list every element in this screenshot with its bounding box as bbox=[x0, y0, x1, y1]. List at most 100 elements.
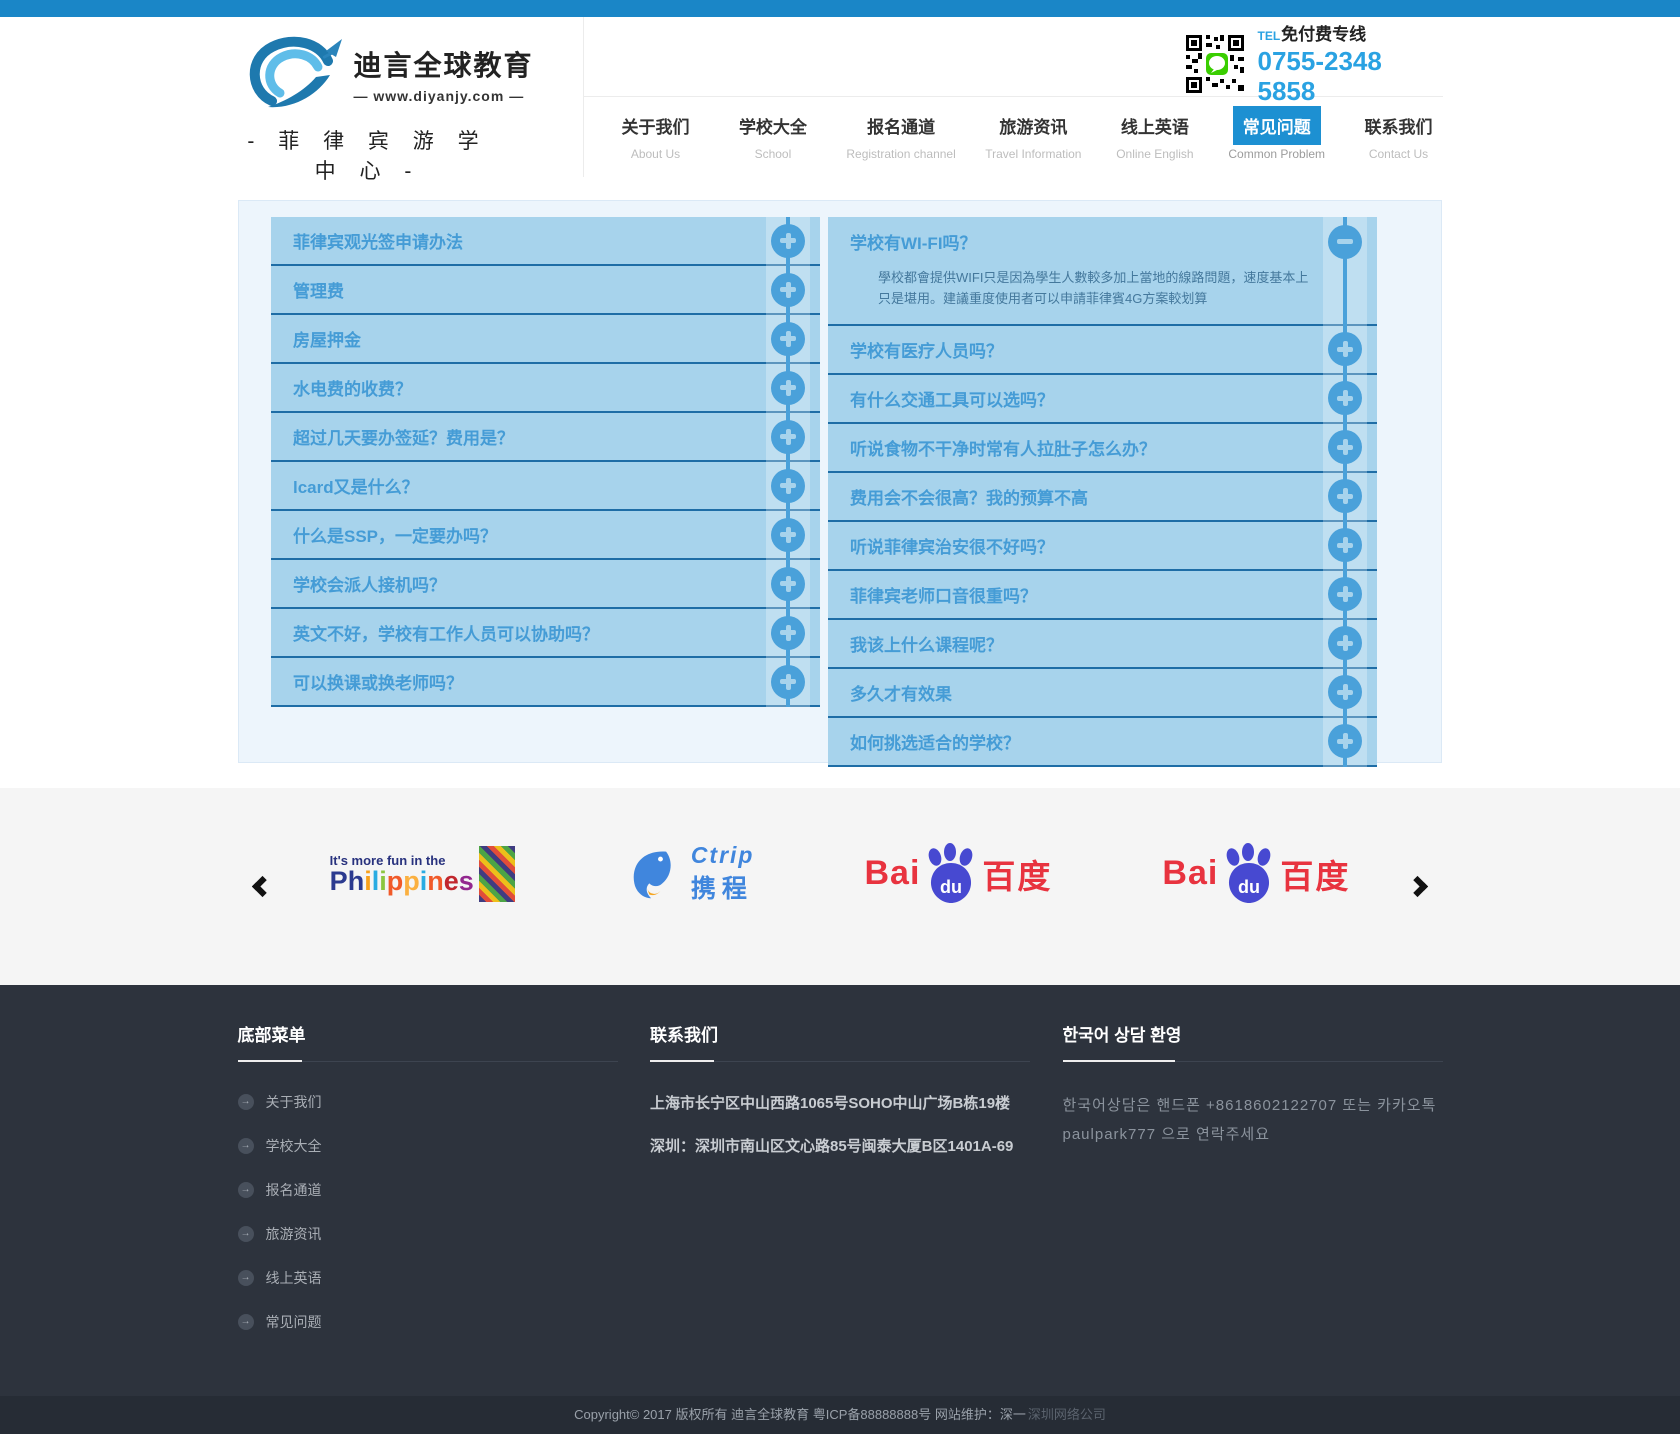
footer-link-travel[interactable]: 旅游资讯 bbox=[238, 1224, 618, 1244]
arrow-circle-icon bbox=[238, 1182, 254, 1198]
copyright-text: Copyright© 2017 版权所有 迪言全球教育 粤ICP备8888888… bbox=[574, 1407, 1026, 1422]
site-footer: 底部菜单 关于我们 学校大全 报名通道 bbox=[0, 985, 1680, 1396]
partner-logos: It's more fun in the Philippines Ctrip 携… bbox=[330, 842, 1351, 905]
faq-question-text: 什么是SSP，一定要办吗？ bbox=[293, 522, 497, 547]
expand-icon[interactable] bbox=[1328, 381, 1362, 415]
footer-link-common-problem[interactable]: 常见问题 bbox=[238, 1312, 618, 1332]
expand-icon[interactable] bbox=[771, 420, 805, 454]
expand-icon[interactable] bbox=[1328, 479, 1362, 513]
arrow-circle-icon bbox=[238, 1138, 254, 1154]
faq-question-row[interactable]: 费用会不会很高？我的预算不高 bbox=[828, 473, 1377, 522]
partner-baidu-logo[interactable]: Bai du 百度 bbox=[864, 843, 1052, 905]
faq-question-row[interactable]: 听说菲律宾治安很不好吗？ bbox=[828, 522, 1377, 571]
ctrip-wordmark: Ctrip bbox=[691, 842, 755, 869]
nav-registration-channel[interactable]: 报名通道 Registration channel bbox=[846, 106, 955, 161]
footer-korean-title: 한국어 상담 환영 bbox=[1063, 1021, 1443, 1062]
faq-question-row[interactable]: 学校有医疗人员吗？ bbox=[828, 326, 1377, 375]
carousel-next-button[interactable] bbox=[1407, 876, 1428, 897]
faq-question-row[interactable]: 菲律宾老师口音很重吗？ bbox=[828, 571, 1377, 620]
baidu-chinese-name: 百度 bbox=[1280, 850, 1350, 898]
footer-korean-column: 한국어 상담 환영 한국어상담은 핸드폰 +8618602122707 또는 카… bbox=[1063, 1021, 1443, 1356]
expand-icon[interactable] bbox=[1328, 577, 1362, 611]
ctrip-chinese-name: 携程 bbox=[691, 869, 755, 905]
footer-menu-title: 底部菜单 bbox=[238, 1021, 618, 1062]
faq-column-right: 学校有WI-FI吗？ 學校都會提供WIFI只是因為學生人數較多加上當地的線路問題… bbox=[828, 217, 1377, 767]
partner-philippines-logo[interactable]: It's more fun in the Philippines bbox=[330, 846, 515, 902]
partner-baidu-logo[interactable]: Bai du 百度 bbox=[1162, 843, 1350, 905]
address-shanghai: 上海市长宁区中山西路1065号SOHO中山广场B栋19楼 bbox=[650, 1092, 1030, 1113]
nav-online-english[interactable]: 线上英语 Online English bbox=[1111, 106, 1199, 161]
expand-icon[interactable] bbox=[1328, 332, 1362, 366]
faq-section: 菲律宾观光签申请办法 管理费 房屋押金 水电费的收费？ 超过几天要办签延？费用是… bbox=[0, 177, 1680, 788]
faq-question-row[interactable]: 学校有WI-FI吗？ bbox=[828, 217, 1377, 266]
faq-question-row[interactable]: lcard又是什么？ bbox=[271, 462, 820, 511]
expand-icon[interactable] bbox=[771, 567, 805, 601]
partner-ctrip-logo[interactable]: Ctrip 携程 bbox=[625, 842, 755, 905]
faq-question-row[interactable]: 可以换课或换老师吗？ bbox=[271, 658, 820, 707]
site-logo[interactable]: 迪言全球教育 — www.diyanjy.com — - 菲 律 宾 游 学 中… bbox=[238, 17, 538, 177]
footer-link-registration[interactable]: 报名通道 bbox=[238, 1180, 618, 1200]
baidu-wordmark: Bai bbox=[864, 854, 920, 893]
ctrip-dolphin-icon bbox=[625, 846, 681, 902]
expand-icon[interactable] bbox=[771, 616, 805, 650]
expand-icon[interactable] bbox=[1328, 430, 1362, 464]
faq-question-text: 费用会不会很高？我的预算不高 bbox=[850, 484, 1088, 509]
faq-question-text: 我该上什么课程呢？ bbox=[850, 631, 1003, 656]
collapse-icon[interactable] bbox=[1328, 225, 1362, 259]
expand-icon[interactable] bbox=[1328, 675, 1362, 709]
faq-question-text: 水电费的收费？ bbox=[293, 375, 412, 400]
nav-contact-us[interactable]: 联系我们 Contact Us bbox=[1355, 106, 1443, 161]
nav-school[interactable]: 学校大全 School bbox=[729, 106, 817, 161]
faq-question-row[interactable]: 学校会派人接机吗？ bbox=[271, 560, 820, 609]
footer-link-school[interactable]: 学校大全 bbox=[238, 1136, 618, 1156]
philippines-wordmark: Philippines bbox=[330, 868, 474, 895]
faq-question-text: 英文不好，学校有工作人员可以协助吗？ bbox=[293, 620, 599, 645]
expand-icon[interactable] bbox=[771, 224, 805, 258]
svg-text:du: du bbox=[1238, 877, 1260, 897]
expand-icon[interactable] bbox=[771, 322, 805, 356]
nav-common-problem[interactable]: 常见问题 Common Problem bbox=[1228, 106, 1325, 161]
nav-travel-information[interactable]: 旅游资讯 Travel Information bbox=[985, 106, 1081, 161]
baidu-wordmark: Bai bbox=[1162, 854, 1218, 893]
footer-link-about-us[interactable]: 关于我们 bbox=[238, 1092, 618, 1112]
korean-contact-line: paulpark777 으로 연락주세요 bbox=[1063, 1121, 1443, 1150]
faq-question-row[interactable]: 菲律宾观光签申请办法 bbox=[271, 217, 820, 266]
faq-question-row[interactable]: 如何挑选适合的学校？ bbox=[828, 718, 1377, 767]
carousel-prev-button[interactable] bbox=[252, 876, 273, 897]
faq-question-row[interactable]: 多久才有效果 bbox=[828, 669, 1377, 718]
arrow-circle-icon bbox=[238, 1226, 254, 1242]
brand-tagline: - 菲 律 宾 游 学 中 心 - bbox=[238, 125, 498, 185]
nav-about-us[interactable]: 关于我们 About Us bbox=[612, 106, 700, 161]
footer-menu-column: 底部菜单 关于我们 学校大全 报名通道 bbox=[238, 1021, 618, 1356]
expand-icon[interactable] bbox=[771, 371, 805, 405]
top-accent-bar bbox=[0, 0, 1680, 17]
expand-icon[interactable] bbox=[771, 665, 805, 699]
philippines-map-graphic bbox=[479, 846, 515, 902]
faq-question-row[interactable]: 什么是SSP，一定要办吗？ bbox=[271, 511, 820, 560]
expand-icon[interactable] bbox=[771, 518, 805, 552]
main-nav: 关于我们 About Us 学校大全 School 报名通道 Registrat… bbox=[584, 97, 1443, 161]
expand-icon[interactable] bbox=[771, 469, 805, 503]
faq-question-row[interactable]: 听说食物不干净时常有人拉肚子怎么办？ bbox=[828, 424, 1377, 473]
expand-icon[interactable] bbox=[1328, 626, 1362, 660]
faq-question-row[interactable]: 我该上什么课程呢？ bbox=[828, 620, 1377, 669]
site-header: 迪言全球教育 — www.diyanjy.com — - 菲 律 宾 游 学 中… bbox=[0, 17, 1680, 177]
faq-item-expanded: 学校有WI-FI吗？ 學校都會提供WIFI只是因為學生人數較多加上當地的線路問題… bbox=[828, 217, 1377, 326]
expand-icon[interactable] bbox=[1328, 528, 1362, 562]
copyright-maintainer: 深圳网络公司 bbox=[1028, 1407, 1106, 1422]
faq-question-row[interactable]: 有什么交通工具可以选吗？ bbox=[828, 375, 1377, 424]
arrow-circle-icon bbox=[238, 1270, 254, 1286]
hotline-area: TEL免付费专线 0755-23485858 bbox=[584, 17, 1443, 97]
brand-name: 迪言全球教育 bbox=[354, 44, 534, 84]
faq-question-row[interactable]: 管理费 bbox=[271, 266, 820, 315]
arrow-circle-icon bbox=[238, 1314, 254, 1330]
faq-question-row[interactable]: 房屋押金 bbox=[271, 315, 820, 364]
footer-link-online-english[interactable]: 线上英语 bbox=[238, 1268, 618, 1288]
expand-icon[interactable] bbox=[771, 273, 805, 307]
expand-icon[interactable] bbox=[1328, 724, 1362, 758]
faq-question-row[interactable]: 超过几天要办签延？费用是？ bbox=[271, 413, 820, 462]
faq-question-text: 管理费 bbox=[293, 277, 344, 302]
faq-question-row[interactable]: 水电费的收费？ bbox=[271, 364, 820, 413]
faq-question-text: 学校会派人接机吗？ bbox=[293, 571, 446, 596]
faq-question-row[interactable]: 英文不好，学校有工作人员可以协助吗？ bbox=[271, 609, 820, 658]
